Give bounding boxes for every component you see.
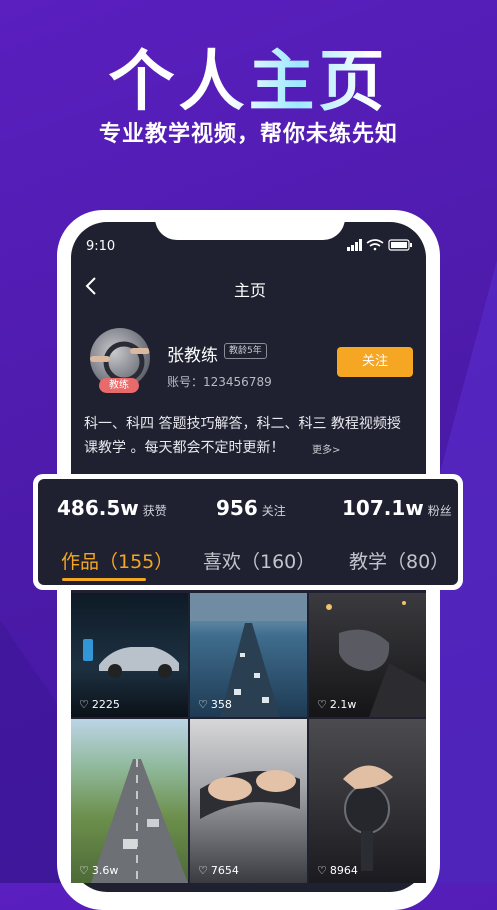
video-likes: ♡ 358 [198, 698, 232, 711]
stat-following-value: 956 [216, 496, 258, 520]
video-thumbnail[interactable]: ♡ 2225 [71, 593, 188, 717]
status-time: 9:10 [86, 239, 116, 254]
heart-outline-icon: ♡ [79, 864, 89, 877]
gear-shift-icon [343, 765, 393, 871]
stat-following[interactable]: 956 关注 [216, 496, 286, 520]
tab-likes[interactable]: 喜欢（160） [203, 547, 315, 574]
tab-teaching[interactable]: 教学（80） [349, 547, 449, 574]
stat-fans[interactable]: 107.1w 粉丝 [342, 496, 452, 520]
account-id: 账号：123456789 [167, 375, 272, 389]
video-thumbnail[interactable]: ♡ 7654 [190, 719, 307, 883]
avatar-badge: 教练 [99, 378, 139, 393]
stat-following-label: 关注 [261, 504, 286, 518]
active-tab-indicator [62, 578, 146, 581]
hero-title: 个人主页 [0, 28, 497, 124]
hands-on-wheel-icon [200, 770, 300, 819]
stat-fans-label: 粉丝 [427, 504, 452, 518]
video-likes: ♡ 7654 [198, 864, 239, 877]
status-icons [347, 239, 412, 251]
battery-icon [388, 239, 412, 251]
experience-tag: 教龄5年 [224, 343, 267, 359]
signal-icon [347, 239, 362, 251]
video-thumbnail[interactable]: ♡ 358 [190, 593, 307, 717]
user-name: 张教练 [167, 346, 218, 366]
video-thumbnail[interactable]: ♡ 8964 [309, 719, 426, 883]
stat-likes-label: 获赞 [142, 504, 167, 518]
heart-outline-icon: ♡ [317, 698, 327, 711]
profile-bio: 科一、科四 答题技巧解答，科二、科三 教程视频授课教学 。每天都会不定时更新！ [84, 416, 401, 456]
stat-likes[interactable]: 486.5w 获赞 [57, 496, 167, 520]
hero-subtitle: 专业教学视频，帮你未练先知 [98, 122, 398, 147]
tab-works[interactable]: 作品（155） [61, 547, 173, 574]
back-icon[interactable] [84, 276, 100, 296]
video-likes: ♡ 3.6w [79, 864, 119, 877]
heart-outline-icon: ♡ [198, 864, 208, 877]
wifi-icon [366, 239, 384, 251]
road-icon [91, 759, 188, 883]
heart-outline-icon: ♡ [79, 698, 89, 711]
video-thumbnail[interactable]: ♡ 2.1w [309, 593, 426, 717]
follow-button[interactable]: 关注 [337, 347, 413, 377]
more-link[interactable]: 更多> [312, 441, 340, 456]
stat-likes-value: 486.5w [57, 496, 139, 520]
stat-fans-value: 107.1w [342, 496, 424, 520]
video-likes: ♡ 8964 [317, 864, 358, 877]
phone-notch [155, 214, 345, 240]
video-likes: ♡ 2.1w [317, 698, 357, 711]
heart-outline-icon: ♡ [198, 698, 208, 711]
heart-outline-icon: ♡ [317, 864, 327, 877]
video-thumbnail[interactable]: ♡ 3.6w [71, 719, 188, 883]
page-title: 主页 [233, 281, 266, 300]
video-likes: ♡ 2225 [79, 698, 120, 711]
